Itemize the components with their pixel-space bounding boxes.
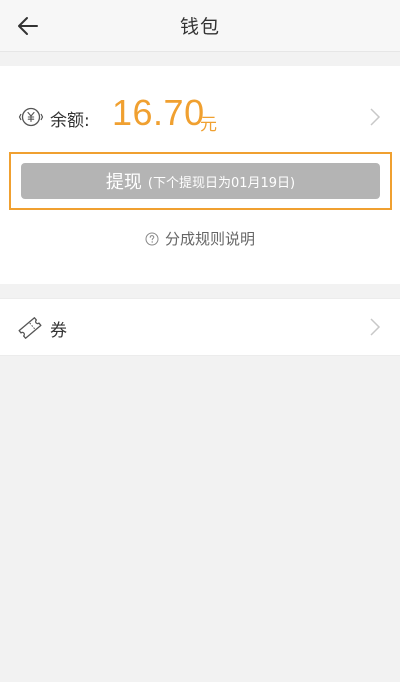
page-title: 钱包 [179,16,220,38]
chevron-right-icon [370,108,381,126]
ticket-icon [18,317,42,339]
balance-amount: 16.70 [112,92,205,133]
header-bar: 钱包 [0,0,400,52]
wallet-screen: 钱包 余额: 16.70 元 提现 (下个提现日为01月19日) 分成规则说明 … [0,0,400,682]
arrow-left-icon [18,17,38,35]
question-circle-icon [145,232,159,245]
balance-row[interactable]: 余额: 16.70 元 [0,92,400,142]
withdraw-button[interactable]: 提现 (下个提现日为01月19日) [21,163,380,199]
chevron-right-icon [370,318,381,336]
withdraw-date-note: (下个提现日为01月19日) [147,175,296,191]
balance-label: 余额: [50,111,90,131]
withdraw-highlight-frame: 提现 (下个提现日为01月19日) [9,152,392,210]
balance-unit: 元 [200,115,217,135]
coupon-label: 券 [50,321,67,341]
withdraw-label: 提现 [105,172,142,193]
coupon-row[interactable]: 券 [0,298,400,356]
yen-coin-icon [18,107,44,127]
rules-link-label: 分成规则说明 [164,230,255,248]
revenue-rules-link[interactable]: 分成规则说明 [0,228,400,249]
balance-card: 余额: 16.70 元 提现 (下个提现日为01月19日) 分成规则说明 [0,66,400,284]
back-button[interactable] [14,12,42,40]
